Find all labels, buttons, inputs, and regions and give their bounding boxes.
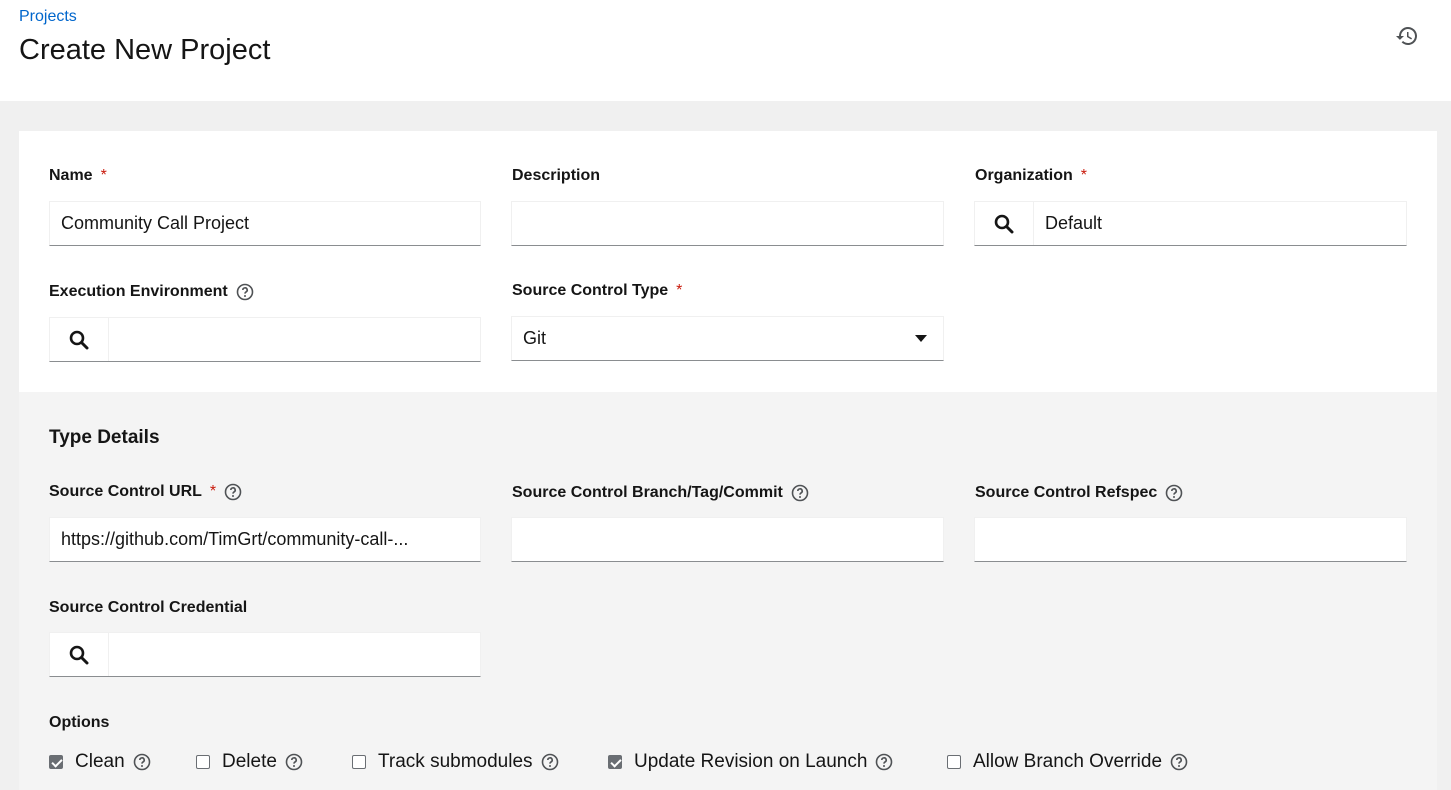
credential-search-button[interactable]	[50, 633, 109, 676]
description-label: Description	[512, 167, 600, 185]
help-icon[interactable]	[236, 283, 254, 301]
breadcrumb-projects-link[interactable]: Projects	[19, 8, 77, 26]
clean-label: Clean	[75, 751, 125, 772]
history-icon[interactable]	[1395, 24, 1419, 48]
required-marker: *	[209, 483, 217, 500]
option-allow-branch-override: Allow Branch Override	[947, 751, 1188, 773]
help-icon[interactable]	[1165, 484, 1183, 502]
type-details-title: Type Details	[49, 427, 160, 448]
source-control-credential-lookup	[49, 632, 481, 677]
required-marker: *	[1080, 167, 1088, 184]
source-control-branch-label: Source Control Branch/Tag/Commit	[512, 484, 809, 502]
option-update-revision-on-launch: Update Revision on Launch	[608, 751, 893, 773]
help-icon[interactable]	[133, 753, 151, 771]
name-label: Name *	[49, 167, 107, 185]
help-icon[interactable]	[1170, 753, 1188, 771]
execution-environment-lookup	[49, 317, 481, 362]
description-label-text: Description	[512, 167, 601, 184]
execution-environment-search-button[interactable]	[50, 318, 109, 361]
source-control-branch-input[interactable]	[511, 517, 944, 562]
clean-checkbox[interactable]	[49, 755, 63, 769]
search-icon	[994, 214, 1014, 233]
options-label: Options	[49, 714, 110, 731]
source-control-type-label: Source Control Type *	[512, 282, 682, 300]
project-form-card: Name * Description Organization * Defaul…	[19, 131, 1437, 790]
allow-branch-override-label: Allow Branch Override	[973, 751, 1163, 772]
organization-label: Organization *	[975, 167, 1087, 185]
help-icon[interactable]	[875, 753, 893, 771]
source-control-credential-value[interactable]	[109, 633, 480, 676]
help-icon[interactable]	[224, 483, 242, 501]
page-header: Projects Create New Project	[0, 0, 1451, 101]
organization-search-button[interactable]	[975, 202, 1034, 245]
page-title: Create New Project	[19, 34, 271, 66]
option-clean: Clean	[49, 751, 151, 773]
type-details-section: Type Details Source Control URL * Source…	[19, 392, 1437, 790]
source-control-url-label-text: Source Control URL	[49, 483, 202, 500]
execution-environment-label: Execution Environment	[49, 283, 254, 301]
option-delete: Delete	[196, 751, 303, 773]
source-control-url-label: Source Control URL *	[49, 483, 242, 501]
source-control-refspec-input[interactable]	[974, 517, 1407, 562]
execution-environment-value[interactable]	[109, 318, 480, 361]
help-icon[interactable]	[285, 753, 303, 771]
help-icon[interactable]	[541, 753, 559, 771]
execution-environment-label-text: Execution Environment	[49, 283, 228, 300]
source-control-credential-label: Source Control Credential	[49, 599, 247, 617]
name-label-text: Name	[49, 167, 93, 184]
caret-down-icon	[915, 335, 927, 342]
source-control-url-input[interactable]	[49, 517, 481, 562]
track-submodules-label: Track submodules	[378, 751, 533, 772]
delete-label: Delete	[222, 751, 277, 772]
source-control-credential-label-text: Source Control Credential	[49, 599, 248, 616]
source-control-refspec-label: Source Control Refspec	[975, 484, 1183, 502]
update-revision-label: Update Revision on Launch	[634, 751, 868, 772]
source-control-type-select[interactable]: Git	[511, 316, 944, 361]
search-icon	[69, 645, 89, 664]
option-track-submodules: Track submodules	[352, 751, 559, 773]
help-icon[interactable]	[791, 484, 809, 502]
organization-value[interactable]: Default	[1034, 202, 1406, 245]
source-control-refspec-label-text: Source Control Refspec	[975, 484, 1158, 501]
name-input[interactable]	[49, 201, 481, 246]
source-control-branch-label-text: Source Control Branch/Tag/Commit	[512, 484, 783, 501]
required-marker: *	[100, 167, 107, 184]
track-submodules-checkbox[interactable]	[352, 755, 366, 769]
source-control-type-value: Git	[523, 328, 547, 348]
allow-branch-override-checkbox[interactable]	[947, 755, 961, 769]
search-icon	[69, 330, 89, 349]
description-input[interactable]	[511, 201, 944, 246]
organization-lookup: Default	[974, 201, 1407, 246]
source-control-type-label-text: Source Control Type	[512, 282, 669, 299]
delete-checkbox[interactable]	[196, 755, 210, 769]
organization-label-text: Organization	[975, 167, 1073, 184]
required-marker: *	[676, 282, 683, 299]
update-revision-checkbox[interactable]	[608, 755, 622, 769]
